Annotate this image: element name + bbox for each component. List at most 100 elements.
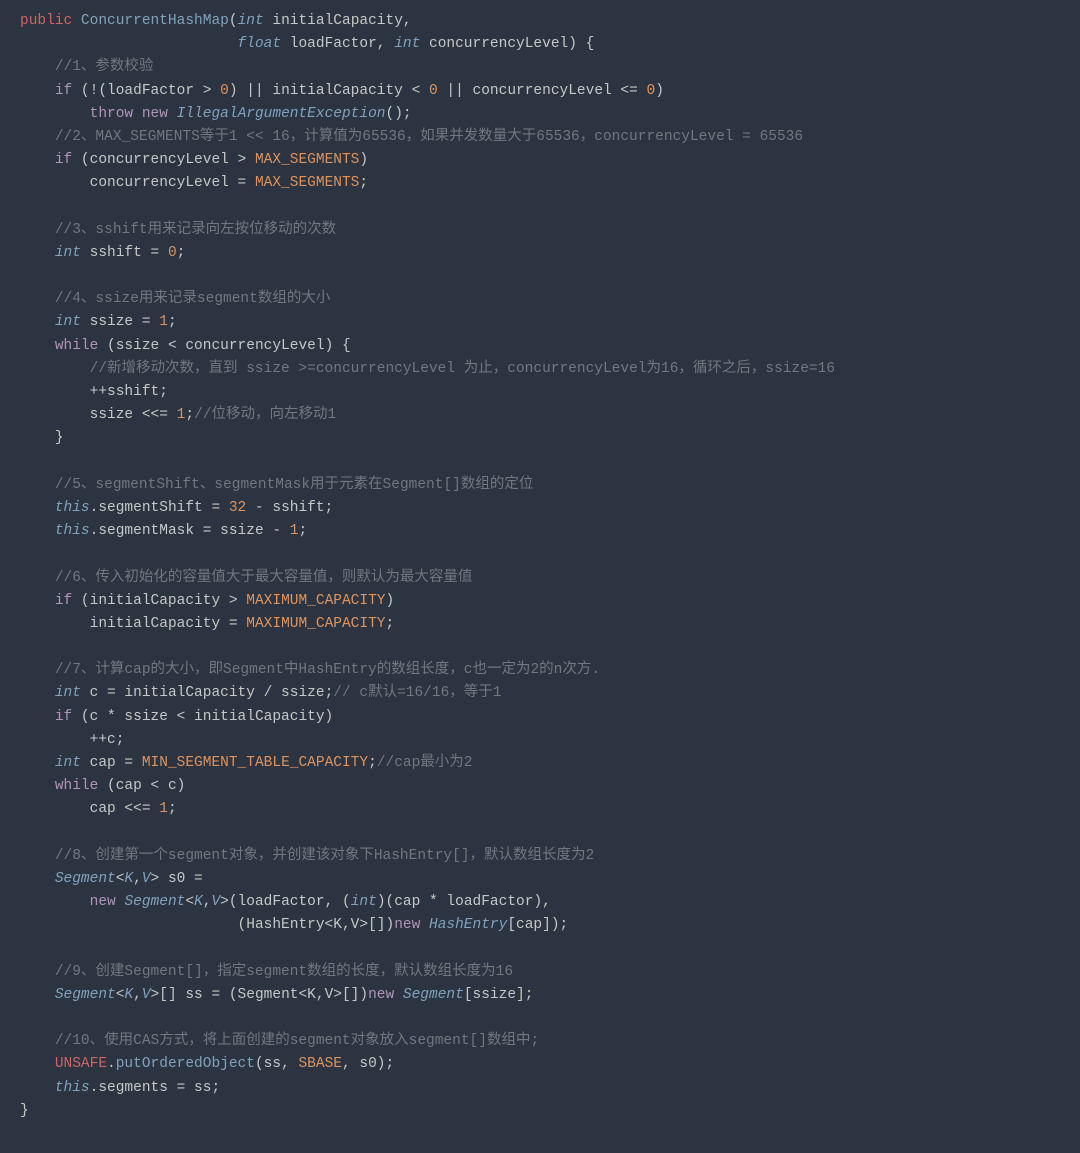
comment: // c默认=16/16，等于1 [333,685,501,701]
punct: ; [368,755,377,771]
punct: (); [386,106,412,122]
keyword-new: new [142,106,168,122]
expr: (concurrencyLevel > [81,152,246,168]
number: 1 [159,314,168,330]
expr: .segments = ss; [90,1080,221,1096]
comment: //4、ssize用来记录segment数组的大小 [55,291,331,307]
number: 32 [229,500,246,516]
punct: ; [168,314,177,330]
expr: (c * ssize < initialCapacity) [81,709,333,725]
constant: MAX_SEGMENTS [255,152,359,168]
comment: //10、使用CAS方式，将上面创建的segment对象放入segment[]数… [55,1033,539,1049]
expr: initialCapacity = [90,616,238,632]
punct: . [107,1056,116,1072]
type-int: int [238,13,264,29]
number: 0 [429,83,438,99]
constant: MAX_SEGMENTS [255,175,359,191]
punct: ) [386,593,395,609]
type-segment: Segment [124,894,185,910]
method-call: putOrderedObject [116,1056,255,1072]
punct: ) [359,152,368,168]
type-segment: Segment [55,871,116,887]
comment: //新增移动次数，直到 ssize >=concurrencyLevel 为止，… [90,361,835,377]
keyword-while: while [55,778,99,794]
keyword-if: if [55,83,72,99]
var-decl: sshift = [90,245,160,261]
keyword-public: public [20,13,72,29]
punct: , [133,871,142,887]
expr: )(cap * loadFactor), [377,894,551,910]
expr: (ssize < concurrencyLevel) { [107,338,351,354]
type-int: int [394,36,420,52]
comment: //5、segmentShift、segmentMask用于元素在Segment… [55,477,534,493]
stmt: ssize <<= [90,407,168,423]
expr: , s0); [342,1056,394,1072]
number: 0 [647,83,656,99]
type-float: float [238,36,282,52]
brace: } [55,430,64,446]
punct: ; [298,523,307,539]
keyword-throw: throw [90,106,134,122]
type-segment: Segment [403,987,464,1003]
stmt: cap <<= [90,801,151,817]
generic-v: V [142,871,151,887]
type-int: int [55,755,81,771]
var-decl: ssize = [90,314,151,330]
param: loadFactor, [290,36,386,52]
expr: (!(loadFactor > [81,83,212,99]
constant: MIN_SEGMENT_TABLE_CAPACITY [142,755,368,771]
brace: } [20,1103,29,1119]
generic-k: K [194,894,203,910]
type-int: int [55,685,81,701]
expr: (cap < c) [107,778,185,794]
punct: , [133,987,142,1003]
comment: //8、创建第一个segment对象，并创建该对象下HashEntry[]，默认… [55,848,594,864]
class-name: ConcurrentHashMap [81,13,229,29]
comment: //7、计算cap的大小，即Segment中HashEntry的数组长度，c也一… [55,662,600,678]
expr: c = initialCapacity / ssize; [90,685,334,701]
expr: [ssize]; [464,987,534,1003]
punct: < [185,894,194,910]
punct: ; [359,175,368,191]
type-int: int [55,245,81,261]
comment: //6、传入初始化的容量值大于最大容量值，则默认为最大容量值 [55,570,473,586]
expr: .segmentShift = [90,500,221,516]
generic-v: V [142,987,151,1003]
keyword-new: new [90,894,116,910]
generic-v: V [211,894,220,910]
punct: ; [177,245,186,261]
expr: .segmentMask = ssize - [90,523,281,539]
keyword-new: new [394,917,420,933]
param: concurrencyLevel) { [429,36,594,52]
number: 0 [168,245,177,261]
comment: //cap最小为2 [377,755,473,771]
keyword-if: if [55,593,72,609]
type-int: int [351,894,377,910]
type-hashentry: HashEntry [429,917,507,933]
expr: (ss, [255,1056,290,1072]
type-int: int [55,314,81,330]
punct: ) [655,83,664,99]
comment: //2、MAX_SEGMENTS等于1 << 16，计算值为65536，如果并发… [55,129,803,145]
expr: - sshift; [255,500,333,516]
generic-k: K [124,871,133,887]
code-block: public ConcurrentHashMap(int initialCapa… [0,0,1080,1153]
keyword-if: if [55,152,72,168]
generic-k: K [124,987,133,1003]
expr: (initialCapacity > [81,593,238,609]
comment: //3、sshift用来记录向左按位移动的次数 [55,222,336,238]
unsafe-field: UNSAFE [55,1056,107,1072]
param: initialCapacity, [272,13,411,29]
stmt: ++sshift; [90,384,168,400]
constant: SBASE [298,1056,342,1072]
expr: >[] ss = (Segment<K,V>[]) [151,987,369,1003]
expr: > s0 = [151,871,203,887]
punct: ; [168,801,177,817]
type-segment: Segment [55,987,116,1003]
comment: //位移动，向左移动1 [194,407,336,423]
keyword-new: new [368,987,394,1003]
expr: || concurrencyLevel <= [446,83,637,99]
keyword-this: this [55,500,90,516]
comment: //9、创建Segment[]，指定segment数组的长度，默认数组长度为16 [55,964,513,980]
number: 1 [159,801,168,817]
